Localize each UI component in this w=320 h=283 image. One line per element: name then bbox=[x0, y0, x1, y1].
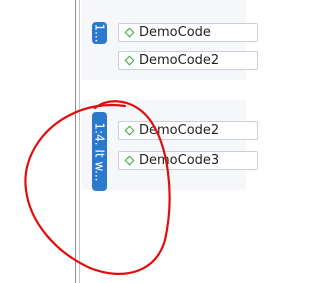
item-chip[interactable]: DemoCode bbox=[118, 23, 258, 42]
item-label: DemoCode2 bbox=[139, 53, 220, 68]
item-chip[interactable]: DemoCode3 bbox=[118, 151, 258, 170]
lane-badge-1[interactable]: 1... bbox=[92, 22, 107, 44]
canvas-border-line-secondary bbox=[79, 0, 80, 283]
item-chip[interactable]: DemoCode2 bbox=[118, 51, 258, 70]
item-label: DemoCode3 bbox=[139, 153, 220, 168]
item-label: DemoCode bbox=[139, 25, 211, 40]
diamond-outline-icon bbox=[124, 27, 135, 38]
diamond-outline-icon bbox=[124, 155, 135, 166]
diamond-outline-icon bbox=[124, 55, 135, 66]
lane-badge-2[interactable]: 1:4. It w... bbox=[92, 112, 107, 191]
lane-badge-label: 1:4. It w... bbox=[92, 121, 107, 182]
item-label: DemoCode2 bbox=[139, 123, 220, 138]
diamond-outline-icon bbox=[124, 125, 135, 136]
canvas-border-line bbox=[75, 0, 76, 283]
lane-badge-label: 1... bbox=[92, 23, 107, 43]
item-chip[interactable]: DemoCode2 bbox=[118, 121, 258, 140]
